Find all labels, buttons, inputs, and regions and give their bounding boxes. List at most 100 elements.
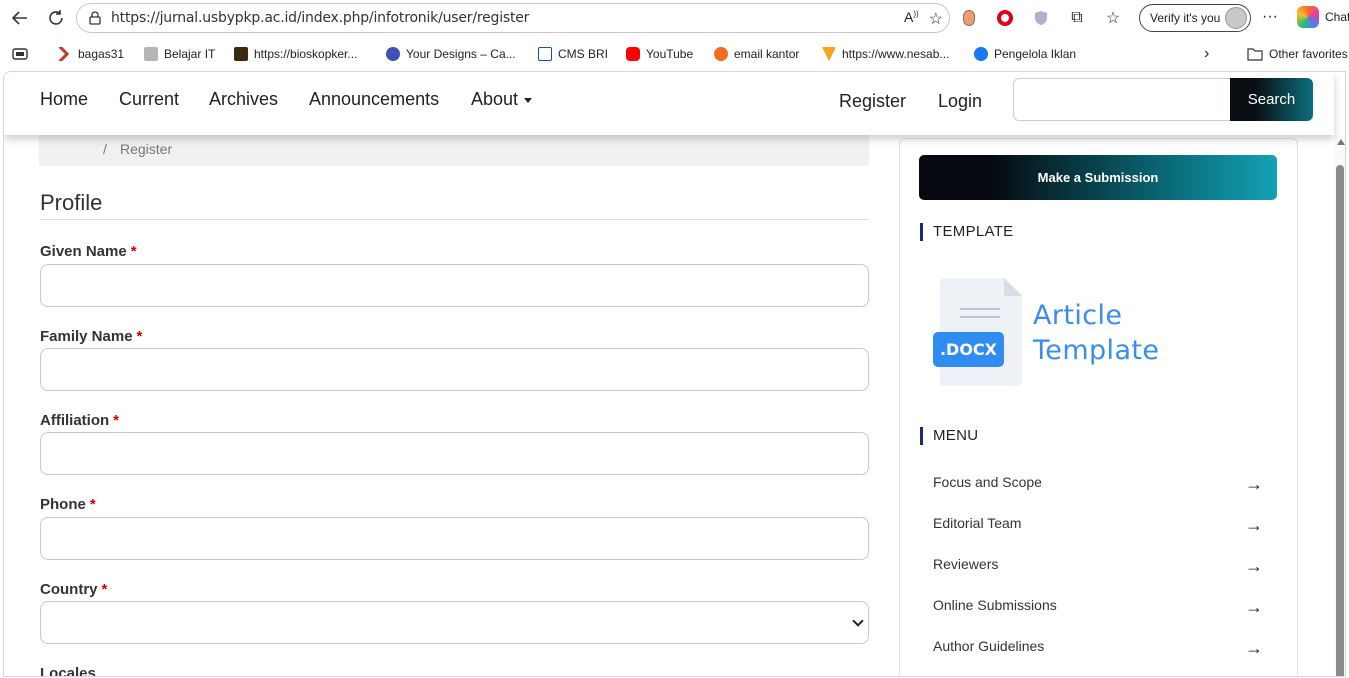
template-title-line: Article	[1033, 300, 1123, 331]
nav-announcements[interactable]: Announcements	[309, 89, 439, 110]
back-icon[interactable]	[2, 0, 38, 36]
required-marker: *	[113, 412, 119, 429]
more-options-icon[interactable]: ···	[1262, 8, 1278, 26]
bookmark-favicon	[386, 47, 400, 61]
arrow-right-icon: →	[1245, 638, 1263, 658]
shield-icon[interactable]	[1030, 7, 1052, 29]
facebook-icon	[974, 47, 988, 61]
template-title-line: Template	[1033, 335, 1160, 366]
bookmark-favicon	[144, 47, 158, 61]
field-label-text: Country	[40, 581, 98, 598]
arrow-right-icon: →	[1245, 474, 1263, 494]
given-name-field[interactable]	[40, 264, 869, 307]
bookmark-item[interactable]: email kantor	[714, 45, 799, 63]
breadcrumb-separator: /	[103, 141, 107, 157]
read-aloud-icon[interactable]: A))	[904, 9, 919, 29]
other-favorites[interactable]: Other favorites	[1247, 45, 1348, 63]
browser-toolbar: https://jurnal.usbypkp.ac.id/index.php/i…	[0, 0, 1349, 36]
extensions-bar: ⧉ ☆	[958, 5, 1124, 31]
bookmark-item[interactable]: https://bioskopker...	[234, 45, 357, 63]
bookmark-item[interactable]: bagas31	[58, 45, 124, 63]
bookmark-label: YouTube	[646, 47, 694, 61]
verify-profile-button[interactable]: Verify it's you	[1139, 4, 1251, 32]
puzzle-icon[interactable]: ⧉	[1066, 7, 1088, 29]
family-name-field[interactable]	[40, 348, 869, 391]
section-title: Profile	[40, 190, 103, 215]
nav-current[interactable]: Current	[119, 89, 179, 110]
locales-label: Locales	[40, 665, 96, 677]
bookmark-item[interactable]: https://www.nesab...	[822, 45, 949, 63]
chevron-right-icon[interactable]: ›	[1204, 45, 1209, 63]
bookmark-favicon	[234, 47, 248, 61]
country-label: Country *	[40, 581, 107, 598]
lock-icon[interactable]	[87, 10, 103, 26]
copilot-button[interactable]: Chat	[1297, 6, 1349, 28]
breadcrumb: / Register	[39, 135, 869, 166]
bookmark-label: Your Designs – Ca...	[406, 47, 516, 61]
url-text[interactable]: https://jurnal.usbypkp.ac.id/index.php/i…	[111, 10, 529, 26]
phone-field[interactable]	[40, 517, 869, 560]
breadcrumb-current: Register	[120, 141, 173, 157]
address-bar[interactable]: https://jurnal.usbypkp.ac.id/index.php/i…	[76, 3, 950, 33]
refresh-icon[interactable]	[38, 0, 74, 36]
bookmark-item[interactable]: Your Designs – Ca...	[386, 45, 516, 63]
bookmark-item[interactable]: YouTube	[626, 45, 693, 63]
required-marker: *	[130, 243, 137, 260]
arrow-right-icon: →	[1245, 515, 1263, 535]
bookmark-label: https://www.nesab...	[842, 47, 950, 61]
search-button[interactable]: Search	[1230, 78, 1313, 121]
tab-actions-icon[interactable]	[12, 45, 28, 63]
nav-about-label: About	[471, 89, 519, 109]
search-input[interactable]	[1013, 78, 1233, 121]
menu-item-label: Online Submissions	[933, 597, 1057, 613]
bookmark-item[interactable]: Belajar IT	[144, 45, 215, 63]
scroll-up-icon[interactable]	[1337, 139, 1345, 145]
make-submission-button[interactable]: Make a Submission	[919, 155, 1277, 200]
document-fold	[1004, 278, 1022, 296]
menu-item-author-guidelines[interactable]: Author Guidelines →	[933, 638, 1263, 662]
bookmark-label: https://bioskopker...	[254, 47, 358, 61]
opera-icon[interactable]	[994, 7, 1016, 29]
favorites-list-icon[interactable]: ☆	[1102, 7, 1124, 29]
extension-icon[interactable]	[958, 7, 980, 29]
nav-about[interactable]: About	[471, 89, 533, 110]
bookmark-item[interactable]: Pengelola Iklan	[974, 45, 1076, 63]
page-viewport: Home Current Archives Announcements Abou…	[3, 71, 1346, 677]
bookmark-label: CMS BRI	[558, 47, 609, 61]
page-scrollbar[interactable]	[1334, 135, 1345, 676]
required-marker: *	[89, 496, 96, 513]
template-title: Article Template	[1033, 298, 1159, 368]
field-label-text: Family Name	[40, 328, 133, 345]
given-name-label: Given Name *	[40, 243, 137, 260]
bookmark-favicon	[538, 47, 552, 61]
nav-archives[interactable]: Archives	[209, 89, 278, 110]
bookmark-item[interactable]: CMS BRI	[538, 45, 608, 63]
scrollbar-thumb[interactable]	[1336, 165, 1344, 676]
bookmark-favicon	[714, 47, 728, 61]
bookmark-label: email kantor	[734, 47, 800, 61]
template-heading: TEMPLATE	[920, 223, 1013, 241]
bookmark-label: Pengelola Iklan	[994, 47, 1077, 61]
menu-item-online-submissions[interactable]: Online Submissions →	[933, 597, 1263, 621]
menu-heading: MENU	[920, 427, 978, 445]
article-template-download[interactable]: .DOCX Article Template	[932, 276, 1172, 388]
menu-item-editorial-team[interactable]: Editorial Team →	[933, 515, 1263, 539]
copilot-label: Chat	[1325, 10, 1349, 24]
country-select[interactable]	[40, 601, 869, 644]
menu-item-focus-scope[interactable]: Focus and Scope →	[933, 474, 1263, 498]
bookmark-favicon	[58, 47, 70, 61]
nav-login[interactable]: Login	[938, 91, 982, 112]
document-line	[960, 308, 1000, 310]
affiliation-field[interactable]	[40, 432, 869, 475]
field-label-text: Given Name	[40, 243, 127, 260]
arrow-right-icon: →	[1245, 597, 1263, 617]
favorite-star-icon[interactable]: ☆	[929, 9, 943, 29]
nav-register[interactable]: Register	[839, 91, 906, 112]
family-name-label: Family Name *	[40, 328, 142, 345]
arrow-right-icon: →	[1245, 556, 1263, 576]
required-marker: *	[136, 328, 143, 345]
field-label-text: Phone	[40, 496, 86, 513]
menu-item-reviewers[interactable]: Reviewers →	[933, 556, 1263, 580]
menu-item-label: Editorial Team	[933, 515, 1022, 531]
nav-home[interactable]: Home	[40, 89, 88, 110]
